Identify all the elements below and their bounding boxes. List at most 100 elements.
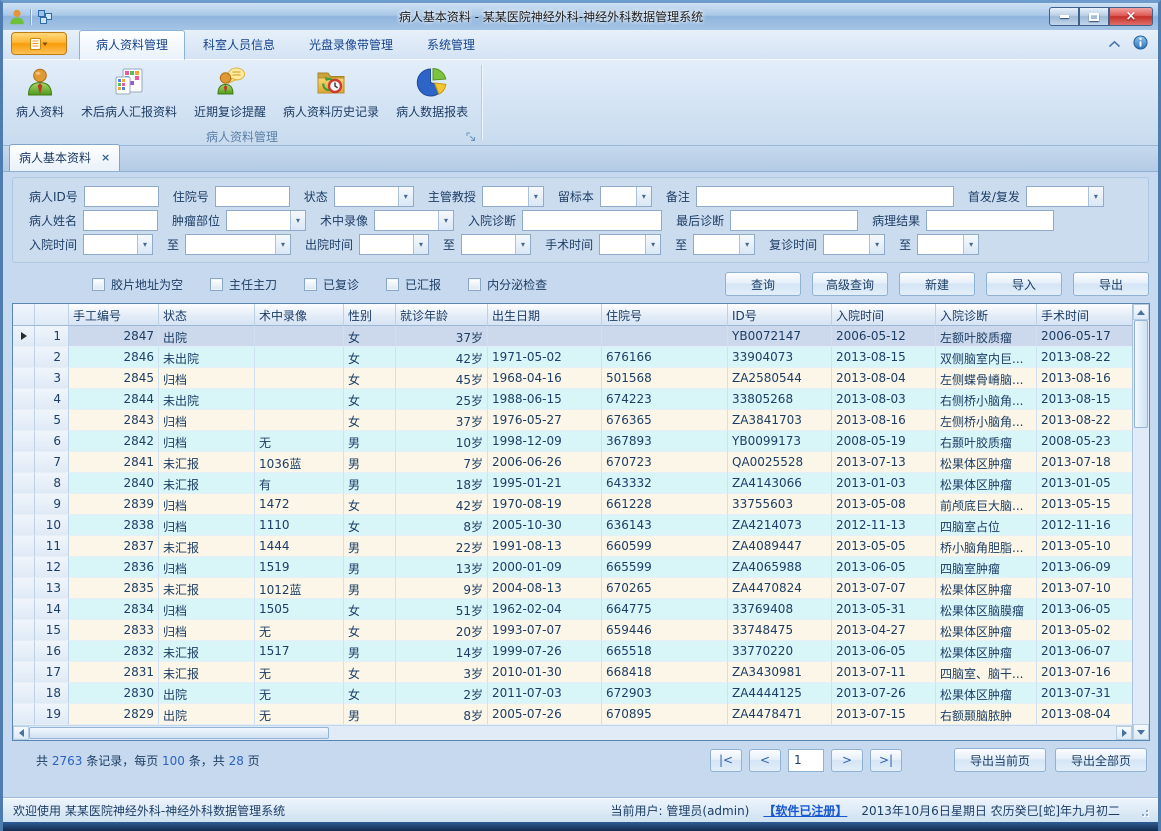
followup-reminder-button[interactable]: 近期复诊提醒 <box>187 63 273 128</box>
grid-cell[interactable]: 未汇报 <box>159 473 255 494</box>
admission-diagnosis-input[interactable] <box>522 210 662 231</box>
patient-data-report-button[interactable]: 病人数据报表 <box>389 63 475 128</box>
surgery-time-to-combo[interactable]: ▾ <box>693 234 755 255</box>
reported-checkbox[interactable]: 已汇报 <box>386 276 441 293</box>
grid-cell[interactable]: 2013-07-31 <box>1037 683 1132 704</box>
grid-cell[interactable]: 2833 <box>69 620 159 641</box>
column-header-birth-date[interactable]: 出生日期 <box>488 304 602 326</box>
grid-cell[interactable]: 未汇报 <box>159 662 255 683</box>
grid-cell[interactable]: 674223 <box>602 389 728 410</box>
table-row[interactable]: 182830出院无女2岁2011-07-03672903ZA4444125201… <box>13 683 1132 704</box>
grid-cell[interactable]: 2011-07-03 <box>488 683 602 704</box>
grid-cell[interactable]: 1971-05-02 <box>488 347 602 368</box>
grid-cell[interactable]: 51岁 <box>396 599 488 620</box>
vertical-scroll-thumb[interactable] <box>1134 320 1148 428</box>
grid-cell[interactable]: 25岁 <box>396 389 488 410</box>
grid-cell[interactable]: 女 <box>344 389 396 410</box>
scroll-down-icon[interactable] <box>1133 724 1149 740</box>
grid-cell[interactable]: 33755603 <box>728 494 832 515</box>
grid-cell[interactable]: 1991-08-13 <box>488 536 602 557</box>
grid-cell[interactable] <box>255 410 344 431</box>
grid-cell[interactable]: 2013-08-22 <box>1037 347 1132 368</box>
grid-cell[interactable]: 37岁 <box>396 410 488 431</box>
grid-cell[interactable]: 2005-10-30 <box>488 515 602 536</box>
grid-cell[interactable]: 男 <box>344 473 396 494</box>
grid-cell[interactable]: 2013-06-05 <box>832 641 936 662</box>
grid-cell[interactable]: 右颞叶胶质瘤 <box>936 431 1037 452</box>
grid-cell[interactable]: 2013-07-11 <box>832 662 936 683</box>
grid-cell[interactable]: 女 <box>344 683 396 704</box>
grid-cell[interactable]: 2013-08-03 <box>832 389 936 410</box>
grid-cell[interactable]: 2004-08-13 <box>488 578 602 599</box>
grid-cell[interactable]: 男 <box>344 536 396 557</box>
grid-cell[interactable]: 33769408 <box>728 599 832 620</box>
grid-cell[interactable]: ZA4478471 <box>728 704 832 725</box>
grid-cell[interactable]: QA0025528 <box>728 452 832 473</box>
grid-cell[interactable]: 2岁 <box>396 683 488 704</box>
grid-cell[interactable]: 2013-07-07 <box>832 578 936 599</box>
grid-cell[interactable]: 右侧桥小脑角... <box>936 389 1037 410</box>
grid-cell[interactable]: 2836 <box>69 557 159 578</box>
intraop-video-combo[interactable]: ▾ <box>374 210 454 231</box>
grid-cell[interactable]: 2006-05-17 <box>1037 326 1132 347</box>
grid-cell[interactable]: 女 <box>344 494 396 515</box>
grid-cell[interactable]: 676166 <box>602 347 728 368</box>
grid-cell[interactable]: 男 <box>344 704 396 725</box>
grid-cell[interactable]: 2006-05-12 <box>832 326 936 347</box>
grid-cell[interactable]: 出院 <box>159 704 255 725</box>
grid-cell[interactable]: 2835 <box>69 578 159 599</box>
scroll-up-icon[interactable] <box>1133 304 1149 320</box>
discharge-time-to-combo[interactable]: ▾ <box>461 234 531 255</box>
grid-cell[interactable]: 643332 <box>602 473 728 494</box>
grid-cell[interactable]: 2010-01-30 <box>488 662 602 683</box>
grid-cell[interactable]: 1472 <box>255 494 344 515</box>
maximize-button[interactable] <box>1079 7 1109 26</box>
grid-cell[interactable]: 2013-05-05 <box>832 536 936 557</box>
table-row[interactable]: 72841未汇报1036蓝男7岁2006-06-26670723QA002552… <box>13 452 1132 473</box>
postop-report-button[interactable]: 术后病人汇报资料 <box>74 63 184 128</box>
grid-cell[interactable]: 松果体区肿瘤 <box>936 452 1037 473</box>
grid-cell[interactable]: 桥小脑角胆脂... <box>936 536 1037 557</box>
grid-cell[interactable]: 女 <box>344 599 396 620</box>
column-header-manual-no[interactable]: 手工编号 <box>69 304 159 326</box>
grid-cell[interactable]: 2005-07-26 <box>488 704 602 725</box>
chief-surgeon-operated-checkbox[interactable]: 主任主刀 <box>210 276 277 293</box>
grid-cell[interactable]: 2837 <box>69 536 159 557</box>
grid-cell[interactable]: 1110 <box>255 515 344 536</box>
grid-cell[interactable]: ZA3841703 <box>728 410 832 431</box>
column-header-admission-diagnosis[interactable]: 入院诊断 <box>936 304 1037 326</box>
grid-cell[interactable]: 2013-05-31 <box>832 599 936 620</box>
grid-cell[interactable]: 676365 <box>602 410 728 431</box>
grid-cell[interactable]: 2013-08-04 <box>1037 704 1132 725</box>
grid-cell[interactable]: 未汇报 <box>159 641 255 662</box>
ribbon-collapse-icon[interactable] <box>1108 37 1121 51</box>
grid-cell[interactable]: 1999-07-26 <box>488 641 602 662</box>
table-row[interactable]: 152833归档无女20岁1993-07-0765944633748475201… <box>13 620 1132 641</box>
grid-cell[interactable]: 1995-01-21 <box>488 473 602 494</box>
minimize-button[interactable] <box>1049 7 1079 26</box>
grid-cell[interactable]: 22岁 <box>396 536 488 557</box>
grid-cell[interactable]: 13岁 <box>396 557 488 578</box>
grid-cell[interactable]: 2012-11-13 <box>832 515 936 536</box>
export-button[interactable]: 导出 <box>1073 272 1149 296</box>
grid-cell[interactable]: 1970-08-19 <box>488 494 602 515</box>
grid-cell[interactable]: 男 <box>344 641 396 662</box>
grid-cell[interactable]: 2013-05-15 <box>1037 494 1132 515</box>
grid-cell[interactable]: 661228 <box>602 494 728 515</box>
horizontal-scroll-thumb[interactable] <box>29 727 329 739</box>
next-page-button[interactable]: > <box>831 749 863 772</box>
grid-cell[interactable] <box>602 326 728 347</box>
grid-cell[interactable]: 2013-07-15 <box>832 704 936 725</box>
grid-cell[interactable]: 501568 <box>602 368 728 389</box>
grid-cell[interactable]: ZA4470824 <box>728 578 832 599</box>
grid-cell[interactable]: ZA4444125 <box>728 683 832 704</box>
grid-cell[interactable]: 665599 <box>602 557 728 578</box>
grid-cell[interactable]: 670265 <box>602 578 728 599</box>
grid-cell[interactable]: 1505 <box>255 599 344 620</box>
ribbon-tab-patient-data-management[interactable]: 病人资料管理 <box>79 30 185 60</box>
grid-cell[interactable]: 664775 <box>602 599 728 620</box>
grid-cell[interactable]: ZA3430981 <box>728 662 832 683</box>
grid-cell[interactable]: 2013-08-16 <box>1037 368 1132 389</box>
grid-cell[interactable]: 2013-05-10 <box>1037 536 1132 557</box>
table-row[interactable]: 12847出院女37岁YB00721472006-05-12左额叶胶质瘤2006… <box>13 326 1132 347</box>
